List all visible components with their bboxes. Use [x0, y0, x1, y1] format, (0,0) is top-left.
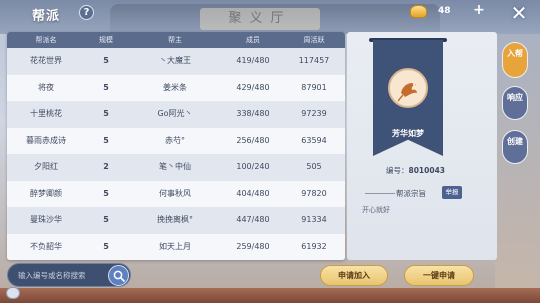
guild-activity-cell: 505 — [306, 162, 322, 171]
hall-sign: 聚义厅 — [200, 8, 320, 30]
guild-name-cell: 醉梦卿颜 — [30, 188, 62, 198]
divider — [365, 193, 395, 194]
motto-text: 开心就好 — [362, 206, 390, 214]
page-title: 帮派 — [32, 9, 61, 24]
guild-scale-cell: 5 — [103, 82, 109, 92]
guild-members-cell: 256/480 — [236, 135, 270, 145]
column-header-scale: 规模 — [99, 36, 113, 44]
column-header-name: 帮派名 — [35, 36, 57, 44]
guild-table-body: 花花世界 5 丶大魔王 419/480 117457 将夜 5 姜米条 429/… — [7, 48, 345, 260]
table-row[interactable]: 夕阳红 2 笔丶中仙 100/240 505 — [7, 154, 345, 181]
guild-name-cell: 十里桃花 — [30, 109, 62, 118]
guild-activity-cell: 91334 — [301, 215, 327, 224]
guild-activity-cell: 117457 — [298, 56, 330, 65]
apply-join-button[interactable]: 申请加入 — [320, 265, 388, 286]
guild-name-cell: 夕阳红 — [34, 162, 58, 171]
table-row[interactable]: 十里桃花 5 Go阿光丶 338/480 97239 — [7, 101, 345, 128]
table-row[interactable]: 醉梦卿颜 5 何事秋风 404/480 97820 — [7, 180, 345, 207]
guild-leader-cell: 赤芍° — [165, 135, 185, 145]
column-header-leader: 帮主 — [168, 36, 182, 44]
guild-members-cell: 100/240 — [236, 162, 270, 171]
table-row[interactable]: 花花世界 5 丶大魔王 419/480 117457 — [7, 48, 345, 75]
guild-list-panel: 帮派名 规模 帮主 成员 周活跃 花花世界 5 丶大魔王 419/480 117… — [7, 32, 345, 260]
guild-activity-cell: 87901 — [301, 82, 327, 92]
guild-members-cell: 419/480 — [236, 56, 270, 65]
table-row[interactable]: 不负韶华 5 如天上月 259/480 61932 — [7, 233, 345, 260]
tab-respond[interactable]: 响应 — [502, 86, 528, 120]
guild-scale-cell: 5 — [103, 215, 109, 224]
guild-members-cell: 447/480 — [236, 215, 270, 224]
chat-icon[interactable] — [6, 287, 20, 299]
guild-scale-cell: 5 — [103, 241, 109, 251]
search-icon — [113, 270, 125, 282]
table-row[interactable]: 将夜 5 姜米条 429/480 87901 — [7, 74, 345, 101]
guild-scale-cell: 5 — [103, 135, 109, 145]
guild-id-value: 8010043 — [408, 166, 446, 175]
gold-amount: 48 — [438, 6, 451, 16]
guild-name-cell: 花花世界 — [30, 56, 62, 65]
guild-scale-cell: 5 — [103, 109, 109, 118]
gold-ingot-icon — [410, 5, 427, 18]
guild-leader-cell: 如天上月 — [159, 241, 191, 251]
guild-leader-cell: Go阿光丶 — [157, 109, 193, 118]
guild-members-cell: 429/480 — [236, 82, 270, 92]
table-row[interactable]: 暮雨赤成诗 5 赤芍° 256/480 63594 — [7, 127, 345, 154]
report-button[interactable]: 举报 — [442, 186, 462, 199]
phoenix-emblem-icon — [388, 68, 428, 108]
quick-apply-button[interactable]: 一键申请 — [404, 265, 474, 286]
column-header-members: 成员 — [246, 36, 260, 44]
column-header-activity: 周活跃 — [303, 36, 325, 44]
table-row[interactable]: 曼珠沙华 5 挽挽离枫° 447/480 91334 — [7, 207, 345, 234]
guild-members-cell: 259/480 — [236, 241, 270, 251]
guild-activity-cell: 97820 — [301, 188, 327, 198]
search-input[interactable] — [18, 267, 103, 284]
add-gold-button[interactable]: + — [472, 3, 486, 17]
guild-name-cell: 将夜 — [38, 82, 54, 92]
guild-members-cell: 404/480 — [236, 188, 270, 198]
guild-leader-cell: 何事秋风 — [159, 188, 191, 198]
guild-activity-cell: 63594 — [301, 135, 327, 145]
guild-leader-cell: 姜米条 — [163, 82, 187, 92]
guild-activity-cell: 97239 — [301, 109, 327, 118]
help-icon[interactable]: ? — [79, 5, 94, 20]
search-button[interactable] — [108, 265, 129, 286]
guild-scale-cell: 5 — [103, 188, 109, 198]
tab-join[interactable]: 入帮 — [502, 42, 528, 78]
guild-scale-cell: 5 — [103, 56, 109, 65]
guild-leader-cell: 挽挽离枫° — [157, 215, 193, 224]
tab-create[interactable]: 创建 — [502, 130, 528, 164]
guild-id-label: 编号： — [386, 166, 409, 175]
motto-label: 帮派宗旨 — [396, 189, 426, 198]
guild-leader-cell: 丶大魔王 — [159, 56, 191, 65]
guild-name-cell: 曼珠沙华 — [30, 215, 62, 224]
guild-leader-cell: 笔丶中仙 — [159, 162, 191, 171]
guild-name-cell: 不负韶华 — [30, 241, 62, 251]
guild-name: 芳华如梦 — [392, 129, 424, 138]
guild-id: 编号：8010043 — [386, 165, 445, 176]
close-icon[interactable]: ✕ — [508, 3, 530, 25]
table-header: 帮派名 规模 帮主 成员 周活跃 — [7, 32, 345, 48]
guild-name-cell: 暮雨赤成诗 — [26, 135, 66, 145]
guild-scale-cell: 2 — [103, 162, 109, 171]
floor-backdrop — [0, 288, 540, 303]
guild-activity-cell: 61932 — [301, 241, 327, 251]
guild-members-cell: 338/480 — [236, 109, 270, 118]
